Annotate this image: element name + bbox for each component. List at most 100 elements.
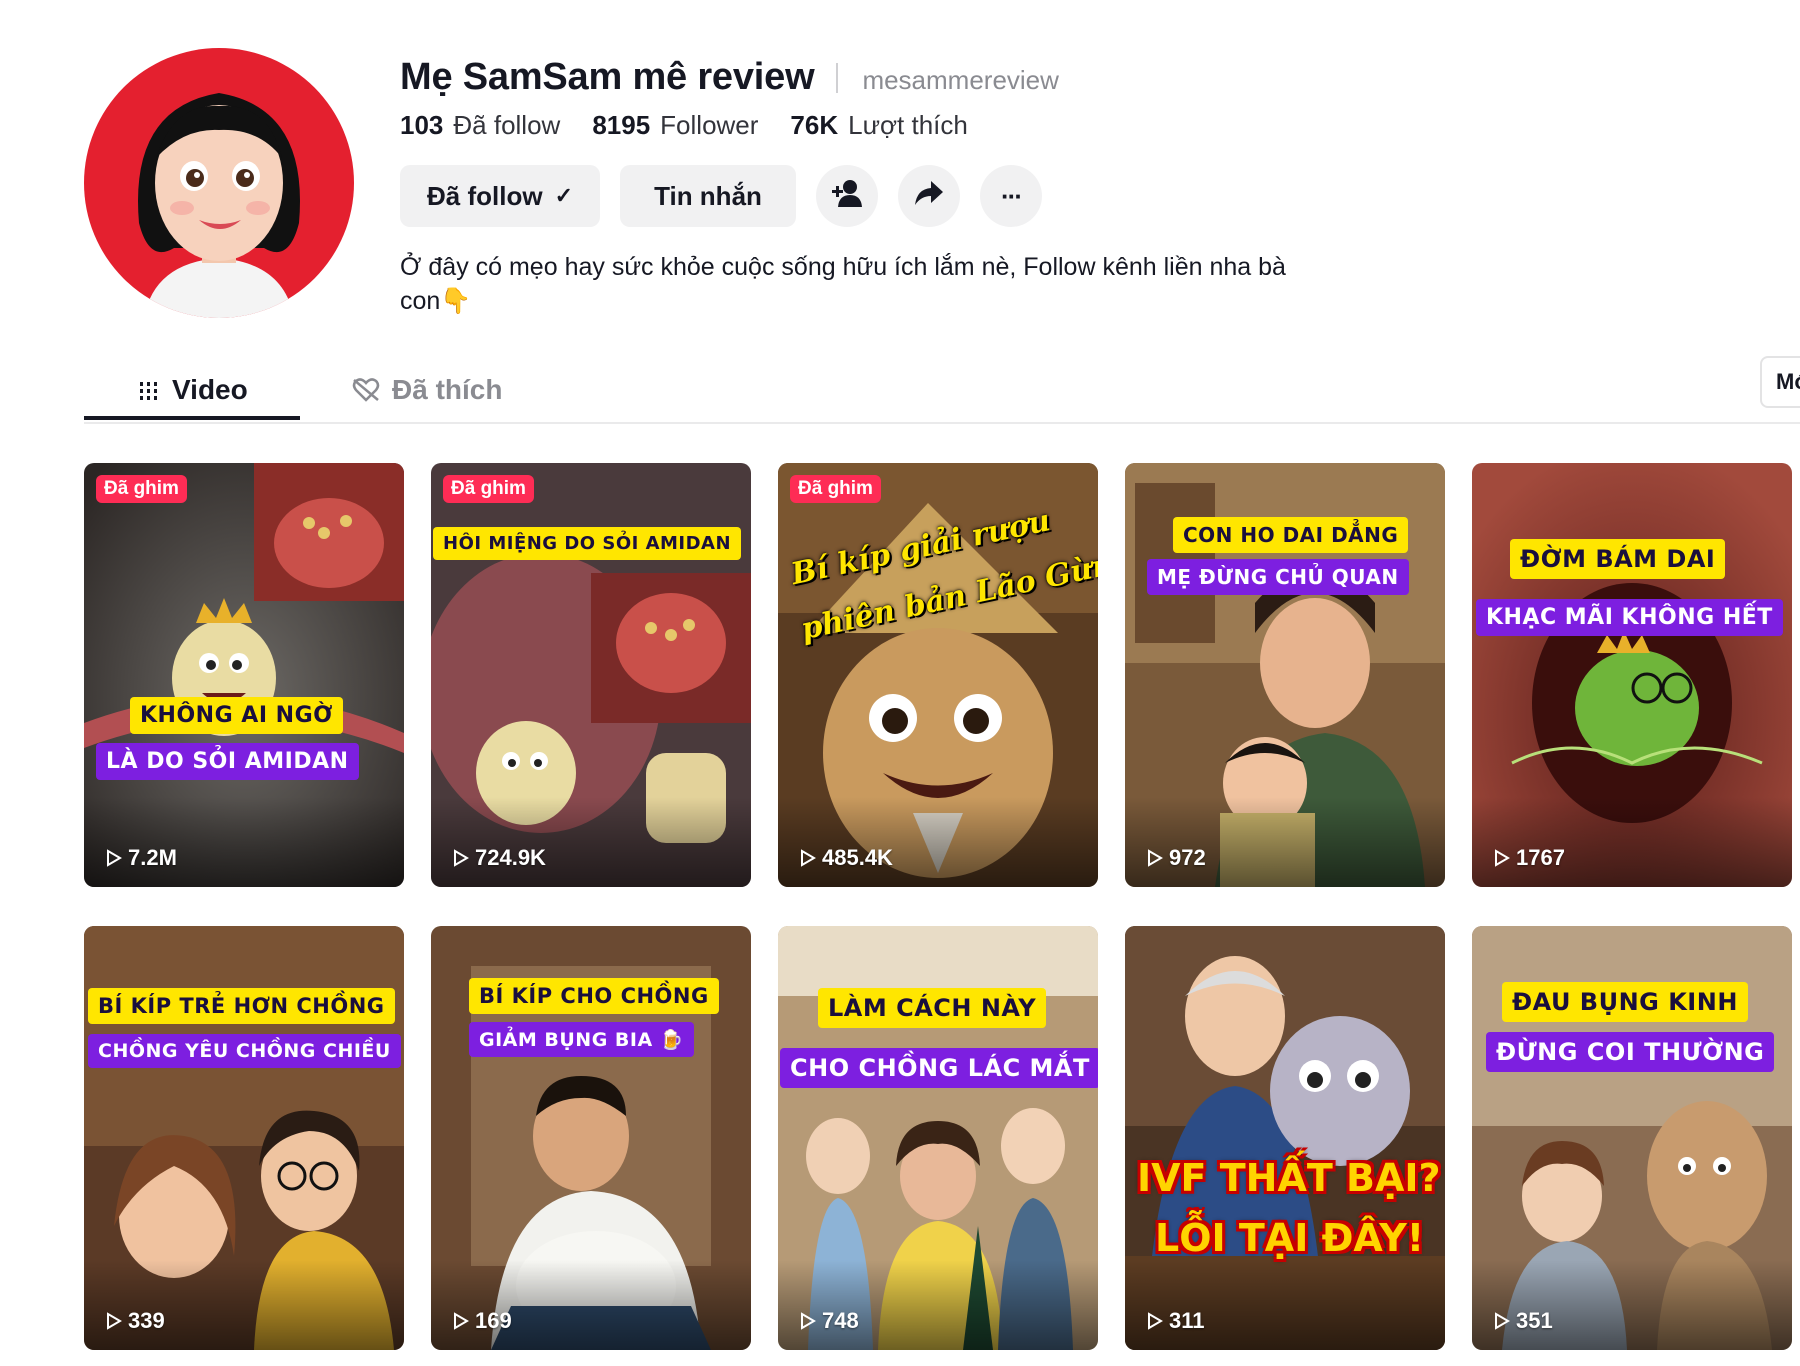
video-caption-line-1: ĐAU BỤNG KINH <box>1502 982 1748 1022</box>
profile-actions: Đã follow ✓ Tin nhắn ··· <box>400 165 1042 227</box>
stat-following-value: 103 <box>400 110 444 140</box>
share-button[interactable] <box>898 165 960 227</box>
following-label: Đã follow <box>427 180 543 211</box>
view-count-value: 972 <box>1169 845 1206 870</box>
profile-tabs: Video Đã thích <box>84 358 1800 424</box>
view-count-value: 169 <box>475 1308 512 1333</box>
video-caption-line-1: IVF THẤT BẠI? <box>1137 1156 1441 1200</box>
video-caption-line-1: KHÔNG AI NGỜ <box>130 697 343 734</box>
video-card[interactable]: BÍ KÍP CHO CHỒNG GIẢM BỤNG BIA 🍺 169 <box>431 926 751 1350</box>
view-count: 724.9K <box>453 845 546 871</box>
stat-followers[interactable]: 8195 Follower <box>592 110 758 141</box>
view-count-value: 339 <box>128 1308 165 1333</box>
name-divider <box>836 62 839 93</box>
play-icon <box>454 849 469 867</box>
view-count: 311 <box>1147 1308 1205 1334</box>
thumbnail-shade <box>1125 1260 1445 1350</box>
video-caption-line-2: CHO CHỒNG LÁC MẮT <box>780 1048 1098 1088</box>
view-count-value: 748 <box>822 1308 859 1333</box>
video-card[interactable]: Đã ghim HÔI MIỆNG DO SỎI AMIDAN 724.9K <box>431 463 751 887</box>
stat-likes-label: Lượt thích <box>848 110 968 140</box>
play-icon <box>107 849 122 867</box>
video-caption-line-1: CON HO DAI DẲNG <box>1173 517 1409 553</box>
profile-handle: mesammereview <box>862 65 1059 95</box>
message-button[interactable]: Tin nhắn <box>620 165 796 227</box>
stat-followers-label: Follower <box>660 110 759 140</box>
stat-following[interactable]: 103 Đã follow <box>400 110 560 141</box>
video-card[interactable]: ĐAU BỤNG KINH ĐỪNG COI THƯỜNG 351 <box>1472 926 1792 1350</box>
tab-liked[interactable]: Đã thích <box>352 366 502 414</box>
play-icon <box>1495 1312 1510 1330</box>
play-icon <box>1148 1312 1163 1330</box>
tab-liked-label: Đã thích <box>392 374 503 405</box>
stat-following-label: Đã follow <box>453 110 561 140</box>
view-count: 485.4K <box>800 845 893 871</box>
view-count: 339 <box>106 1308 165 1334</box>
video-caption-line-1: BÍ KÍP TRẺ HƠN CHỒNG <box>88 988 395 1024</box>
active-tab-indicator <box>84 416 300 420</box>
video-card[interactable]: CON HO DAI DẲNG MẸ ĐỪNG CHỦ QUAN 972 <box>1125 463 1445 887</box>
play-icon <box>107 1312 122 1330</box>
view-count-value: 351 <box>1516 1308 1553 1333</box>
view-count-value: 485.4K <box>822 845 893 870</box>
view-count: 169 <box>453 1308 512 1334</box>
more-options-button[interactable]: ··· <box>980 165 1042 227</box>
thumbnail-shade <box>1472 1260 1792 1350</box>
tab-videos[interactable]: Video <box>138 366 248 414</box>
play-icon <box>801 1312 816 1330</box>
video-caption-line-2: ĐỪNG COI THƯỜNG <box>1486 1032 1775 1072</box>
thumbnail-shade <box>84 1260 404 1350</box>
view-count-value: 1767 <box>1516 845 1565 870</box>
add-friend-button[interactable] <box>816 165 878 227</box>
view-count: 7.2M <box>106 845 177 871</box>
video-caption-line-1: LÀM CÁCH NÀY <box>818 988 1047 1028</box>
video-caption-line-1: ĐỜM BÁM DAI <box>1510 539 1726 579</box>
video-card[interactable]: Đã ghim KHÔNG AI NGỜ LÀ DO SỎI AMIDAN 7.… <box>84 463 404 887</box>
video-card[interactable]: BÍ KÍP TRẺ HƠN CHỒNG CHỒNG YÊU CHỒNG CHI… <box>84 926 404 1350</box>
more-dots-icon: ··· <box>1001 180 1023 211</box>
video-caption-line-2: LỖI TẠI ĐÂY! <box>1155 1216 1425 1260</box>
stat-likes-value: 76K <box>790 110 839 140</box>
play-icon <box>454 1312 469 1330</box>
video-caption-line-2: MẸ ĐỪNG CHỦ QUAN <box>1147 559 1409 595</box>
profile-name-row: Mẹ SamSam mê review mesammereview <box>400 56 1059 99</box>
add-user-icon <box>831 178 863 215</box>
profile-bio: Ở đây có mẹo hay sức khỏe cuộc sống hữu … <box>400 253 1286 315</box>
sort-latest-button[interactable]: Mới <box>1760 356 1800 408</box>
pinned-badge: Đã ghim <box>443 475 534 503</box>
thumbnail-shade <box>431 1260 751 1350</box>
check-icon: ✓ <box>554 183 573 208</box>
thumbnail-shade <box>778 797 1098 887</box>
video-caption-line-2: LÀ DO SỎI AMIDAN <box>96 743 359 780</box>
video-card[interactable]: ĐỜM BÁM DAI KHẠC MÃI KHÔNG HẾT 1767 <box>1472 463 1792 887</box>
video-card[interactable]: Đã ghim Bí kíp giải rượu phiên bản Lão G… <box>778 463 1098 887</box>
pinned-badge: Đã ghim <box>96 475 187 503</box>
profile-avatar[interactable] <box>84 48 354 318</box>
video-card[interactable]: LÀM CÁCH NÀY CHO CHỒNG LÁC MẮT 748 <box>778 926 1098 1350</box>
video-card[interactable]: IVF THẤT BẠI? LỖI TẠI ĐÂY! 311 <box>1125 926 1445 1350</box>
video-caption-line-1: HÔI MIỆNG DO SỎI AMIDAN <box>433 527 742 560</box>
view-count: 1767 <box>1494 845 1565 871</box>
profile-stats: 103 Đã follow 8195 Follower 76K Lượt thích <box>400 110 968 141</box>
pinned-badge: Đã ghim <box>790 475 881 503</box>
thumbnail-shade <box>1472 797 1792 887</box>
view-count: 351 <box>1494 1308 1553 1334</box>
video-caption-line-2: CHỒNG YÊU CHỒNG CHIỀU <box>88 1034 401 1068</box>
play-icon <box>1148 849 1163 867</box>
view-count: 972 <box>1147 845 1206 871</box>
profile-name: Mẹ SamSam mê review <box>400 56 815 98</box>
stat-followers-value: 8195 <box>592 110 651 140</box>
play-icon <box>801 849 816 867</box>
stat-likes: 76K Lượt thích <box>790 110 967 141</box>
view-count-value: 7.2M <box>128 845 177 870</box>
thumbnail-shade <box>431 797 751 887</box>
thumbnail-shade <box>84 797 404 887</box>
thumbnail-shade <box>778 1260 1098 1350</box>
following-button[interactable]: Đã follow ✓ <box>400 165 600 227</box>
share-arrow-icon <box>914 180 944 213</box>
view-count-value: 724.9K <box>475 845 546 870</box>
heart-hidden-icon <box>352 378 380 402</box>
view-count: 748 <box>800 1308 859 1334</box>
tab-videos-label: Video <box>172 374 248 405</box>
grid-icon <box>138 380 160 400</box>
